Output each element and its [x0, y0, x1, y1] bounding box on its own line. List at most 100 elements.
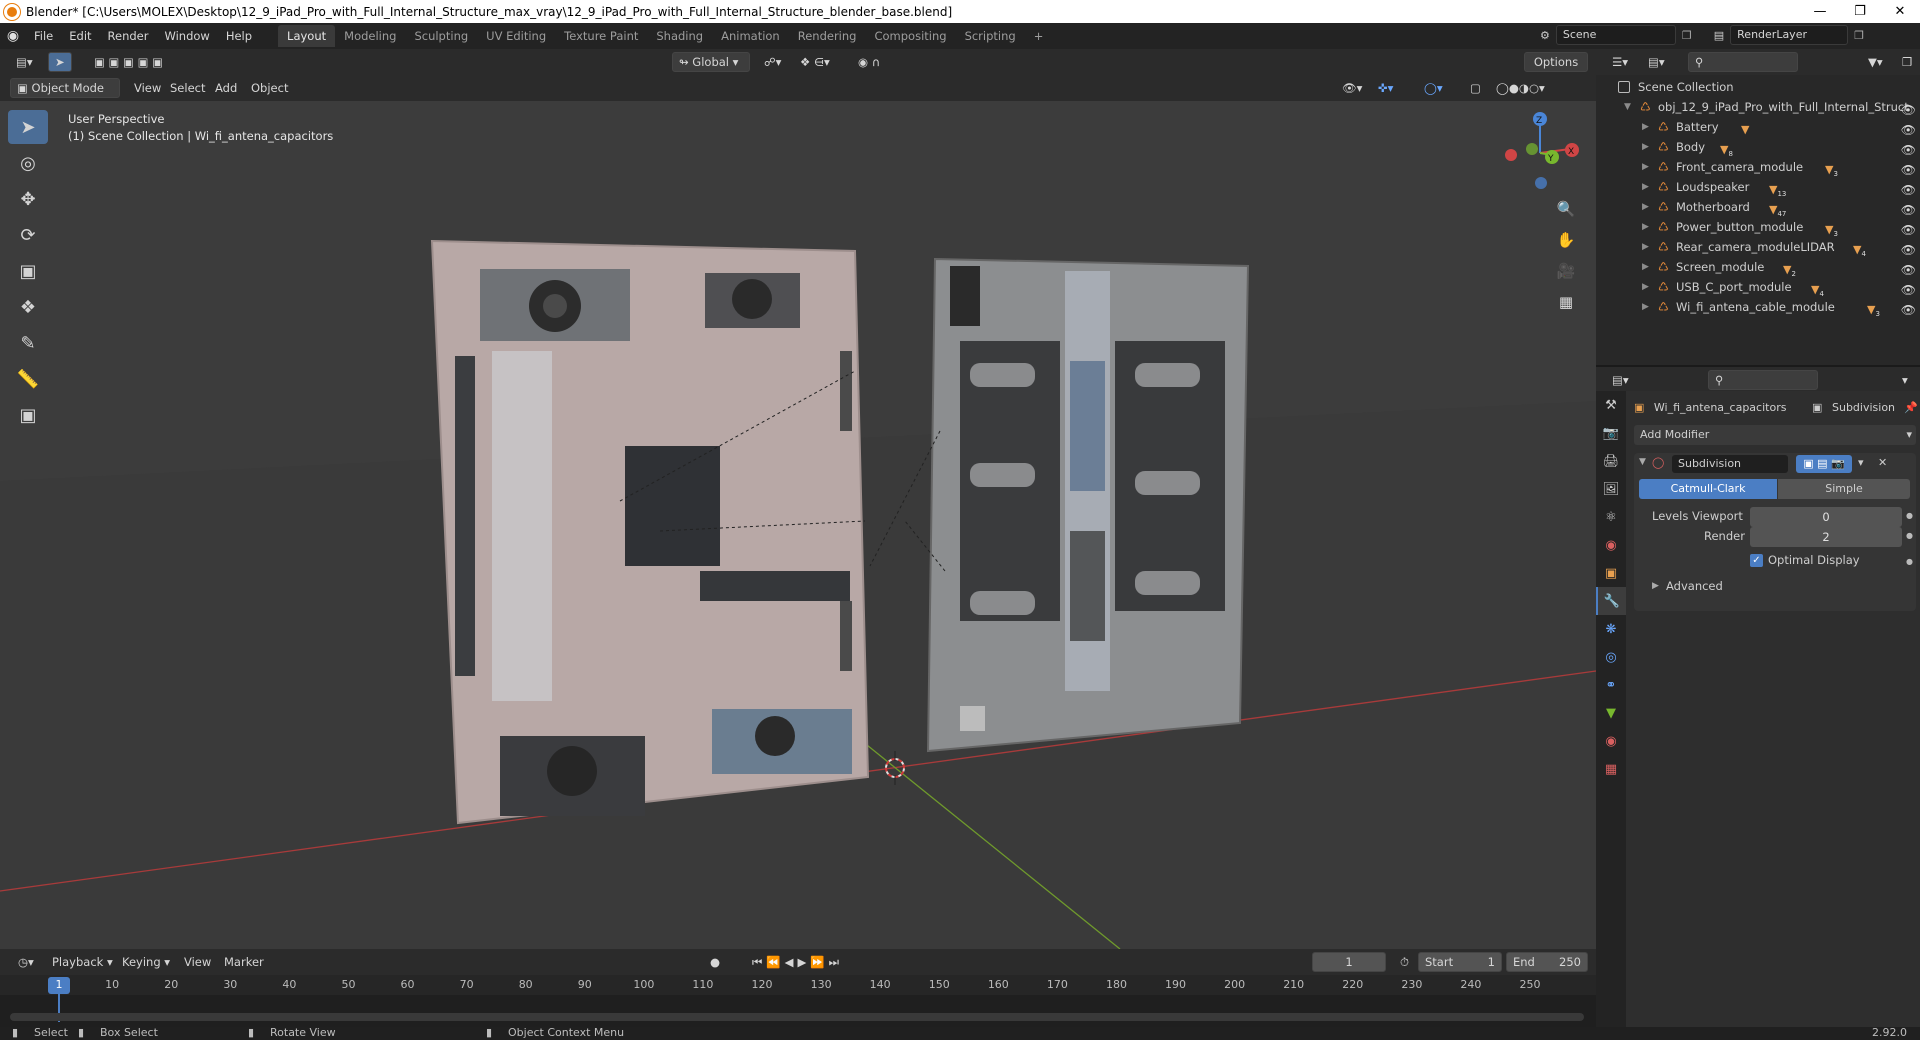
- proportional-edit-icon[interactable]: ◉ ∩: [852, 52, 886, 72]
- blender-menu-icon[interactable]: ◉: [0, 28, 26, 44]
- timeline-scrollbar[interactable]: [10, 1013, 1584, 1021]
- minimize-icon[interactable]: —: [1800, 0, 1840, 23]
- scene-new-icon[interactable]: ❐: [1682, 29, 1692, 42]
- start-frame-field[interactable]: Start 1: [1418, 952, 1502, 972]
- outliner-row-child[interactable]: ▶ ♺ Battery ▼ 👁: [1596, 117, 1920, 137]
- expand-icon[interactable]: ▶: [1642, 117, 1649, 137]
- menu-render[interactable]: Render: [100, 25, 157, 47]
- timeline-menu-view[interactable]: View: [178, 952, 217, 972]
- tab-modeling[interactable]: Modeling: [335, 25, 405, 47]
- advanced-subpanel[interactable]: Advanced: [1666, 579, 1723, 593]
- pan-hand-icon[interactable]: ✋: [1552, 226, 1580, 254]
- tab-scripting[interactable]: Scripting: [956, 25, 1025, 47]
- overlay-toggle-icon[interactable]: ◯▾: [1418, 78, 1449, 98]
- properties-editor-icon[interactable]: ▤▾: [1606, 370, 1635, 390]
- menu-marker[interactable]: Marker: [218, 952, 270, 972]
- tab-texture-paint[interactable]: Texture Paint: [555, 25, 647, 47]
- levels-viewport-field[interactable]: 0: [1750, 507, 1902, 527]
- timeline-editor-icon[interactable]: ◷▾: [12, 952, 40, 972]
- render-tab-icon[interactable]: 📷: [1596, 419, 1626, 447]
- modifier-remove-icon[interactable]: ✕: [1878, 456, 1887, 469]
- outliner-row-child[interactable]: ▶ ♺ Motherboard ▼47 👁: [1596, 197, 1920, 218]
- advanced-expand-icon[interactable]: ▶: [1652, 581, 1659, 591]
- particles-tab-icon[interactable]: ❋: [1596, 615, 1626, 643]
- pivot-icon[interactable]: ☍▾: [758, 52, 787, 72]
- expand-icon[interactable]: ▶: [1642, 157, 1649, 177]
- scene-tab-icon[interactable]: ⚛: [1596, 503, 1626, 531]
- menu-file[interactable]: File: [26, 25, 61, 47]
- menu-help[interactable]: Help: [218, 25, 260, 47]
- data-tab-icon[interactable]: ▼: [1596, 699, 1626, 727]
- restore-icon[interactable]: ❐: [1840, 0, 1880, 23]
- selection-mode-icons[interactable]: ▣ ▣ ▣ ▣ ▣: [88, 52, 169, 72]
- annotate-tool-icon[interactable]: ✎: [8, 326, 48, 360]
- expand-icon[interactable]: ▶: [1642, 137, 1649, 157]
- modifier-tab-icon[interactable]: 🔧: [1596, 587, 1626, 615]
- expand-icon[interactable]: ▶: [1642, 297, 1649, 317]
- playback-controls-icon[interactable]: ⏮⏪◀▶⏩⏭: [746, 952, 849, 972]
- tool-tab-icon[interactable]: ⚒: [1596, 391, 1626, 419]
- outliner-row-root[interactable]: Scene Collection: [1596, 77, 1920, 97]
- outliner-row-child[interactable]: ▶ ♺ Power_button_module ▼3 👁: [1596, 217, 1920, 238]
- props-collapse-icon[interactable]: ▾: [1896, 370, 1914, 390]
- outliner-row-child[interactable]: ▶ ♺ Loudspeaker ▼13 👁: [1596, 177, 1920, 198]
- constraints-tab-icon[interactable]: ⚭: [1596, 671, 1626, 699]
- menu-add[interactable]: Add: [209, 78, 243, 98]
- view-layer-tab-icon[interactable]: 🖼: [1596, 475, 1626, 503]
- menu-window[interactable]: Window: [156, 25, 217, 47]
- tab-uv-editing[interactable]: UV Editing: [477, 25, 555, 47]
- current-frame-field[interactable]: 1: [1312, 952, 1386, 972]
- end-frame-field[interactable]: End 250: [1506, 952, 1588, 972]
- options-button[interactable]: Options: [1524, 52, 1588, 72]
- tab-compositing[interactable]: Compositing: [865, 25, 955, 47]
- transform-orientation[interactable]: ↬ Global ▾: [672, 52, 750, 72]
- tab-rendering[interactable]: Rendering: [789, 25, 866, 47]
- expand-icon[interactable]: ▶: [1642, 177, 1649, 197]
- keyframe-dot-icon[interactable]: ●: [1906, 511, 1913, 520]
- expand-icon[interactable]: ▶: [1642, 277, 1649, 297]
- catmull-clark-button[interactable]: Catmull-Clark: [1639, 479, 1777, 499]
- outliner-row-child[interactable]: ▶ ♺ Rear_camera_moduleLIDAR ▼4 👁: [1596, 237, 1920, 258]
- outliner-row-object[interactable]: ▼ ♺ obj_12_9_iPad_Pro_with_Full_Internal…: [1596, 97, 1920, 117]
- ortho-grid-icon[interactable]: ▦: [1552, 288, 1580, 316]
- pin-icon[interactable]: 📌: [1904, 397, 1918, 419]
- expand-icon[interactable]: ▶: [1642, 237, 1649, 257]
- add-cube-tool-icon[interactable]: ▣: [8, 398, 48, 432]
- navigation-gizmo[interactable]: Z X Y: [1505, 112, 1579, 189]
- display-mode-icon[interactable]: ▤▾: [1642, 52, 1671, 72]
- outliner-row-child[interactable]: ▶ ♺ Screen_module ▼2 👁: [1596, 257, 1920, 278]
- expand-icon[interactable]: ▶: [1642, 257, 1649, 277]
- add-modifier-dropdown[interactable]: Add Modifier ▾: [1634, 425, 1916, 445]
- world-tab-icon[interactable]: ◉: [1596, 531, 1626, 559]
- menu-object[interactable]: Object: [245, 78, 294, 98]
- object-tab-icon[interactable]: ▣: [1596, 559, 1626, 587]
- xray-icon[interactable]: ▢: [1464, 78, 1487, 98]
- modifier-name-field[interactable]: Subdivision: [1672, 455, 1788, 473]
- camera-view-icon[interactable]: 🎥: [1552, 257, 1580, 285]
- close-icon[interactable]: ✕: [1880, 0, 1920, 23]
- properties-search-input[interactable]: ⚲: [1708, 370, 1818, 390]
- object-mode-dropdown[interactable]: ▣ Object Mode ▾: [10, 78, 120, 113]
- optimal-display-checkbox[interactable]: ✓: [1750, 554, 1763, 567]
- tab-animation[interactable]: Animation: [712, 25, 789, 47]
- add-workspace-icon[interactable]: +: [1025, 25, 1053, 47]
- menu-playback[interactable]: Playback ▾: [46, 952, 119, 972]
- select-box-tool-icon[interactable]: ➤: [8, 110, 48, 144]
- view-layer-selector[interactable]: RenderLayer: [1730, 25, 1849, 45]
- tab-sculpting[interactable]: Sculpting: [405, 25, 477, 47]
- texture-tab-icon[interactable]: ▦: [1596, 755, 1626, 783]
- expand-icon[interactable]: ▼: [1624, 97, 1631, 117]
- modifier-menu-chevron-icon[interactable]: ▾: [1858, 456, 1864, 469]
- snap-icon[interactable]: ❖ ⋳▾: [794, 52, 836, 72]
- render-levels-field[interactable]: 2: [1750, 527, 1902, 547]
- menu-select[interactable]: Select: [164, 78, 211, 98]
- move-tool-icon[interactable]: ✥: [8, 182, 48, 216]
- timeline-area[interactable]: 1 10 20 30 40 50 60 70 80 90 100 110 120 130 140 150 160…: [0, 975, 1596, 1027]
- menu-view[interactable]: View: [128, 78, 167, 98]
- tab-layout[interactable]: Layout: [278, 25, 336, 47]
- expand-icon[interactable]: ▶: [1642, 197, 1649, 217]
- rotate-tool-icon[interactable]: ⟳: [8, 218, 48, 252]
- outliner-row-child[interactable]: ▶ ♺ Wi_fi_antena_cable_module ▼3 👁: [1596, 297, 1920, 318]
- keyframe-dot-icon-2[interactable]: ●: [1906, 531, 1913, 540]
- outliner-search-input[interactable]: ⚲: [1688, 52, 1798, 72]
